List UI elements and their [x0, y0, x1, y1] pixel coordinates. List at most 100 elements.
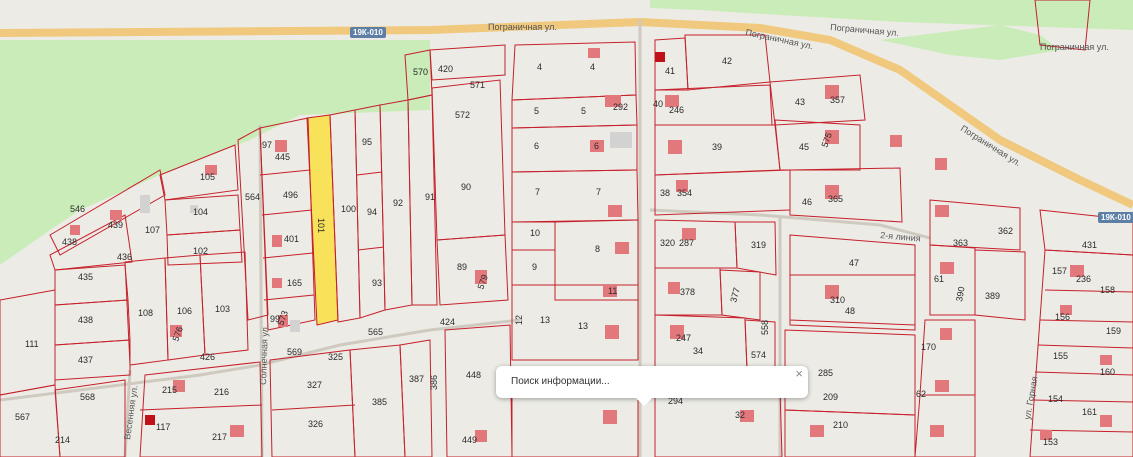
svg-text:153: 153: [1043, 437, 1058, 447]
svg-text:89: 89: [457, 262, 467, 272]
svg-text:108: 108: [138, 308, 153, 318]
svg-text:420: 420: [438, 64, 453, 74]
svg-text:13: 13: [540, 315, 550, 325]
svg-text:449: 449: [462, 435, 477, 445]
svg-text:320: 320: [660, 238, 675, 248]
svg-text:210: 210: [833, 420, 848, 430]
svg-text:117: 117: [156, 422, 170, 432]
svg-text:568: 568: [80, 392, 95, 402]
svg-text:319: 319: [751, 240, 766, 250]
svg-text:574: 574: [751, 350, 766, 360]
svg-text:558: 558: [760, 320, 770, 335]
svg-text:8: 8: [595, 244, 600, 254]
svg-text:431: 431: [1082, 240, 1097, 250]
svg-text:236: 236: [1076, 274, 1091, 284]
popup-text: Поиск информации...: [511, 376, 610, 387]
svg-text:387: 387: [409, 374, 424, 384]
svg-text:439: 439: [108, 220, 123, 230]
svg-text:564: 564: [245, 192, 260, 202]
svg-text:41: 41: [665, 66, 675, 76]
svg-text:310: 310: [830, 295, 845, 305]
svg-text:101: 101: [316, 218, 326, 233]
svg-text:438: 438: [78, 315, 93, 325]
svg-text:327: 327: [307, 380, 322, 390]
svg-text:92: 92: [393, 198, 403, 208]
svg-text:445: 445: [275, 152, 290, 162]
svg-text:363: 363: [953, 238, 968, 248]
svg-text:45: 45: [799, 142, 809, 152]
svg-text:104: 104: [193, 207, 208, 217]
svg-text:42: 42: [722, 56, 732, 66]
svg-text:214: 214: [55, 435, 70, 445]
svg-text:107: 107: [145, 225, 160, 235]
svg-text:93: 93: [372, 278, 382, 288]
svg-text:10: 10: [530, 228, 540, 238]
svg-text:90: 90: [461, 182, 471, 192]
svg-text:105: 105: [200, 172, 215, 182]
svg-text:34: 34: [693, 346, 703, 356]
svg-text:159: 159: [1106, 326, 1121, 336]
svg-text:567: 567: [15, 412, 30, 422]
svg-text:292: 292: [613, 102, 628, 112]
svg-text:4: 4: [537, 62, 542, 72]
svg-text:571: 571: [470, 80, 485, 90]
svg-text:161: 161: [1082, 407, 1097, 417]
svg-text:216: 216: [214, 387, 229, 397]
svg-text:325: 325: [328, 352, 343, 362]
svg-text:158: 158: [1100, 285, 1115, 295]
svg-text:97: 97: [262, 140, 272, 150]
svg-text:247: 247: [676, 333, 691, 343]
svg-text:62: 62: [916, 389, 926, 399]
svg-text:572: 572: [455, 110, 470, 120]
svg-text:32: 32: [735, 410, 745, 420]
svg-text:40: 40: [653, 99, 663, 109]
svg-text:61: 61: [934, 274, 944, 284]
svg-text:157: 157: [1052, 266, 1067, 276]
svg-text:437: 437: [78, 355, 93, 365]
svg-text:436: 436: [117, 252, 132, 262]
street-label-solnechnaya: Солнечная ул.: [258, 324, 270, 385]
svg-text:435: 435: [78, 272, 93, 282]
svg-text:565: 565: [368, 327, 383, 337]
close-icon[interactable]: ×: [795, 366, 803, 381]
svg-text:389: 389: [985, 291, 1000, 301]
svg-text:11: 11: [608, 286, 617, 296]
svg-text:401: 401: [284, 234, 299, 244]
svg-text:217: 217: [212, 432, 227, 442]
svg-text:426: 426: [200, 352, 215, 362]
svg-text:570: 570: [413, 67, 428, 77]
svg-text:424: 424: [440, 317, 455, 327]
road-shield-east: 19К-010: [1098, 212, 1133, 223]
svg-text:365: 365: [828, 194, 843, 204]
svg-text:326: 326: [308, 419, 323, 429]
svg-text:386: 386: [429, 375, 439, 390]
svg-text:7: 7: [596, 187, 601, 197]
svg-text:4: 4: [590, 62, 595, 72]
svg-text:46: 46: [802, 197, 812, 207]
street-label-pogranichnaya-1: Пограничная ул.: [488, 22, 557, 32]
search-info-popup[interactable]: Поиск информации... ×: [496, 366, 808, 406]
svg-text:165: 165: [287, 278, 302, 288]
svg-text:103: 103: [215, 304, 230, 314]
svg-text:94: 94: [367, 207, 377, 217]
svg-text:5: 5: [581, 106, 586, 116]
svg-text:106: 106: [177, 306, 192, 316]
svg-text:287: 287: [679, 238, 694, 248]
svg-text:9: 9: [532, 262, 537, 272]
svg-text:378: 378: [680, 287, 695, 297]
svg-text:43: 43: [795, 97, 805, 107]
svg-text:362: 362: [998, 226, 1013, 236]
svg-text:170: 170: [921, 342, 936, 352]
svg-text:48: 48: [845, 306, 855, 316]
svg-text:91: 91: [425, 192, 435, 202]
svg-text:209: 209: [823, 392, 838, 402]
svg-text:285: 285: [818, 368, 833, 378]
svg-text:546: 546: [70, 204, 85, 214]
svg-text:102: 102: [193, 246, 208, 256]
svg-text:5: 5: [534, 106, 539, 116]
svg-text:448: 448: [466, 370, 481, 380]
svg-text:438: 438: [62, 237, 77, 247]
svg-text:385: 385: [372, 397, 387, 407]
popup-tail: [636, 398, 652, 406]
svg-text:111: 111: [25, 339, 39, 349]
